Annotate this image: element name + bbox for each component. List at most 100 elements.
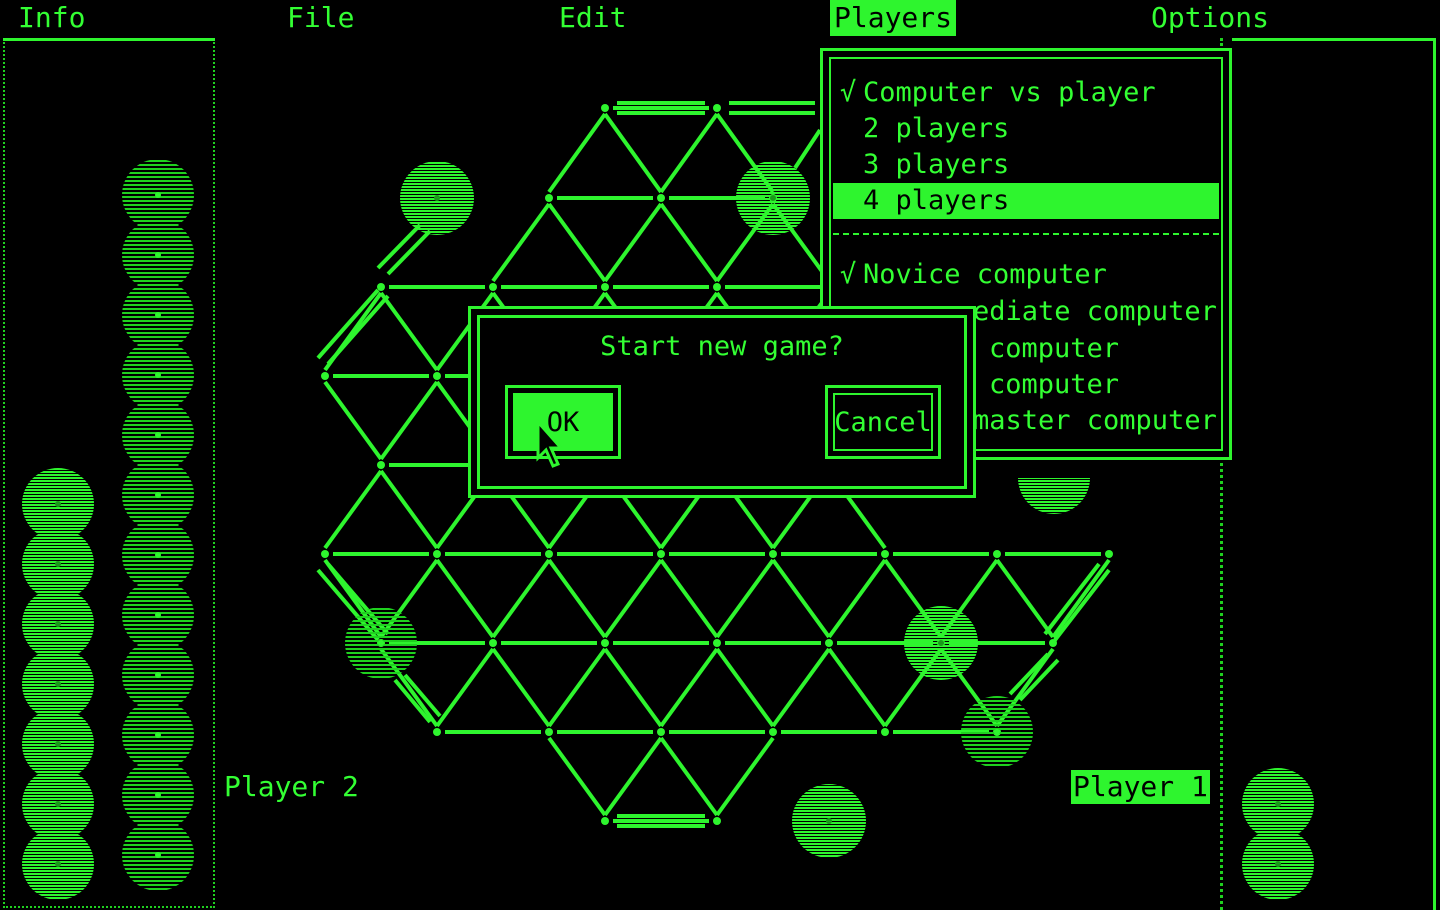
board-line [827,558,887,639]
menu-item-label: ediate computer [973,296,1217,327]
marble-solid [400,161,474,235]
board-hole [545,194,553,202]
player1-label: Player 1 [1071,770,1210,804]
marble-solid [1018,478,1090,514]
board-line [326,294,390,366]
menu-item-level-4-computer[interactable]: computer [989,367,1219,403]
board-hole [601,817,609,825]
board-line [323,380,383,461]
check-icon: √ [839,259,857,290]
board-line [491,647,551,728]
menu-item-label: 3 players [863,149,1010,180]
board-hole [1049,639,1057,647]
arrow-cursor-icon [536,420,562,468]
board-line [603,558,663,639]
menu-item-computer-vs-player[interactable]: √ Computer vs player [833,75,1219,111]
ok-button[interactable]: OK [505,385,621,459]
tray-marble-solid [22,828,94,900]
menu-separator [833,233,1219,235]
menu-item-label: 2 players [863,113,1010,144]
menu-item-novice-computer[interactable]: √ Novice computer [833,257,1219,293]
board-line [1053,568,1111,642]
board-line [1051,558,1111,639]
cancel-button-label: Cancel [833,393,933,451]
board-hole [545,550,553,558]
dialog-message: Start new game? [600,331,844,362]
board-line [659,558,719,639]
board-line [659,202,719,283]
menu-item-level-3-computer[interactable]: computer [989,331,1219,367]
menu-item-label: master computer [973,405,1217,436]
board-line [771,647,831,728]
marble-solid [736,161,810,235]
menu-item-2-players[interactable]: 2 players [833,111,1219,147]
board-hole [601,639,609,647]
cancel-button[interactable]: Cancel [825,385,941,459]
board-line [1043,562,1101,636]
board-hole [601,283,609,291]
menu-item-intermediate-computer[interactable]: ediate computer [973,294,1219,330]
board-line [435,558,495,639]
board-line [603,202,663,283]
board-hole [433,550,441,558]
board-line [547,647,607,728]
menu-item-3-players[interactable]: 3 players [833,147,1219,183]
menu-item-4-players[interactable]: 4 players [833,183,1219,219]
board-hole [489,639,497,647]
menu-item-label: Novice computer [863,259,1107,290]
board-line [715,736,775,817]
board-line [379,469,439,550]
board-hole [321,550,329,558]
board-hole [601,104,609,112]
menu-item-label: 4 players [863,185,1010,216]
board-hole [881,728,889,736]
board-line [491,202,551,283]
board-line [603,112,663,194]
board-line [547,736,607,817]
board-line [379,291,439,372]
board-line [547,558,607,639]
board-hole [881,550,889,558]
new-game-dialog: Start new game? OK Cancel [468,306,976,498]
board-hole [657,728,665,736]
menu-item-master-computer[interactable]: master computer [973,403,1219,439]
board-hole [769,550,777,558]
board-hole [825,639,833,647]
board-hole [657,194,665,202]
board-line [323,469,383,550]
board-hole [1105,550,1113,558]
board-hole [713,104,721,112]
menu-item-label: Computer vs player [863,77,1156,108]
tray-marble-striped [122,819,194,891]
marble-striped [345,607,417,679]
player2-label: Player 2 [224,770,359,803]
board-hole [377,283,385,291]
board-line [659,647,719,728]
board-hole [713,283,721,291]
board-hole [769,728,777,736]
board-hole [377,461,385,469]
board-line [547,202,607,283]
board-hole [993,550,1001,558]
ok-button-label: OK [513,393,613,451]
board-line [659,736,719,817]
board-hole [657,550,665,558]
board-hole [489,283,497,291]
check-icon: √ [839,77,857,108]
board-hole [713,639,721,647]
board-line [547,112,607,194]
board-hole [321,372,329,380]
menu-item-label: computer [989,369,1120,400]
board-hole [433,728,441,736]
board-line [793,128,822,170]
board-line [715,558,775,639]
board-hole [433,372,441,380]
marble-striped [961,696,1033,768]
tray-marble-solid [1242,828,1314,900]
menu-item-label: computer [989,333,1120,364]
board-line [435,647,495,728]
board-line [316,288,380,360]
board-line [491,558,551,639]
board-hole [713,817,721,825]
board-line [715,647,775,728]
